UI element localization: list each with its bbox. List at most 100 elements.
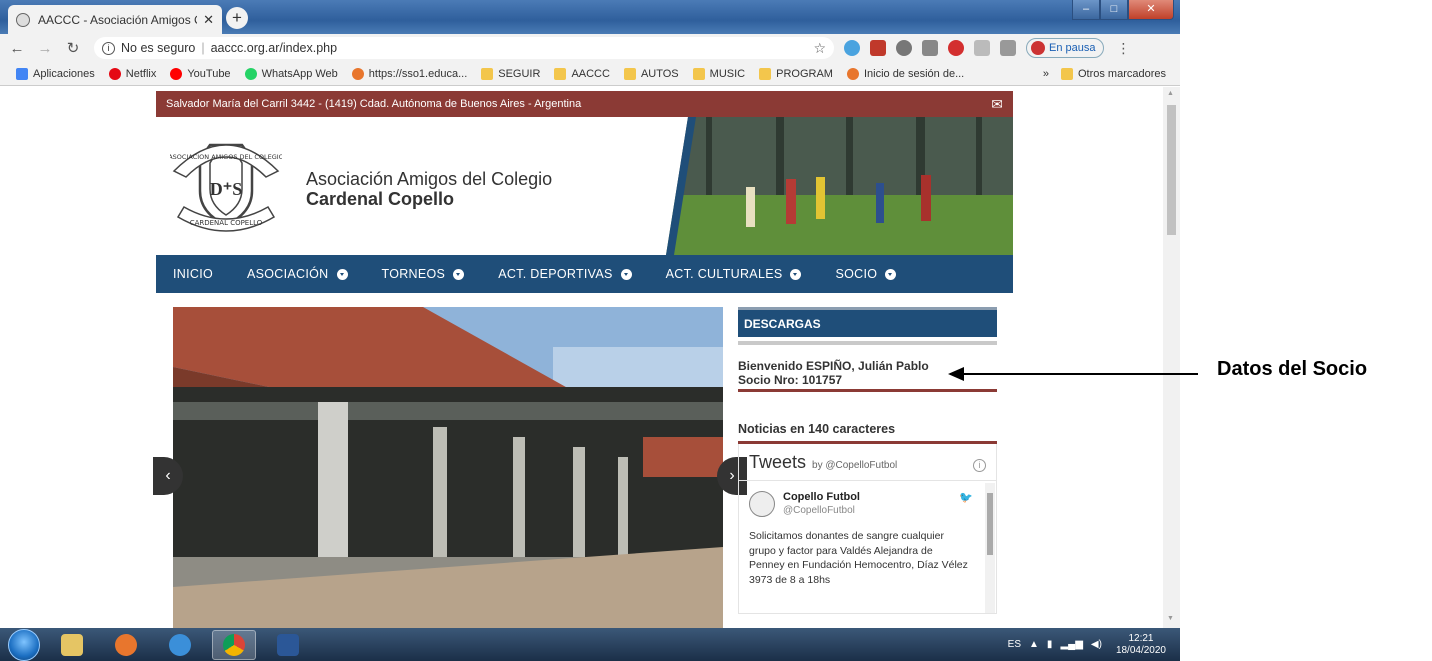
bookmark-item[interactable]: YouTube: [170, 67, 231, 80]
scroll-thumb[interactable]: [1167, 105, 1176, 235]
nav-item[interactable]: SOCIO: [835, 267, 897, 281]
site-name[interactable]: Asociación Amigos del Colegio Cardenal C…: [306, 169, 552, 209]
word-icon: [277, 633, 299, 656]
bookmark-item[interactable]: WhatsApp Web: [244, 67, 338, 80]
site-name-line2: Cardenal Copello: [306, 189, 455, 209]
twitter-widget: Tweets by @CopelloFutbol i Copello Futbo…: [738, 444, 997, 614]
extension-icon[interactable]: [896, 40, 912, 56]
scroll-down-icon[interactable]: ▼: [1167, 615, 1174, 622]
menu-kebab-icon[interactable]: ⋮: [1116, 40, 1130, 57]
bookmark-label: Inicio de sesión de...: [863, 67, 965, 80]
bookmarks-overflow-button[interactable]: »: [1043, 68, 1049, 80]
window-controls: – □ ✕: [1072, 0, 1174, 20]
school-crest-logo[interactable]: D⁺S ASOCIACION AMIGOS DEL COLEGIO CARDEN…: [170, 133, 282, 239]
nav-item[interactable]: ACT. CULTURALES: [666, 267, 802, 281]
nav-item[interactable]: ASOCIACIÓN: [247, 267, 348, 281]
nav-item[interactable]: ACT. DEPORTIVAS: [498, 267, 632, 281]
info-icon[interactable]: i: [102, 41, 115, 55]
content-area: ‹ › DESCARGAS Bienvenido ESPIÑO, Julián …: [153, 293, 1013, 628]
avatar[interactable]: [749, 491, 775, 517]
extension-icon[interactable]: [844, 40, 860, 56]
bookmark-label: AUTOS: [640, 67, 679, 80]
clock-time: 12:21: [1128, 632, 1154, 644]
nav-item[interactable]: TORNEOS: [382, 267, 465, 281]
reload-icon[interactable]: ↻: [62, 39, 84, 57]
back-icon[interactable]: ←: [6, 40, 28, 57]
address-bar-row: ← → ↻ i No es seguro | aaccc.org.ar/inde…: [0, 34, 1180, 62]
close-tab-icon[interactable]: ✕: [203, 12, 214, 28]
adblock-icon[interactable]: [948, 40, 964, 56]
nav-item-label: INICIO: [173, 267, 213, 281]
slideshow-image[interactable]: [173, 307, 723, 628]
browser-tab[interactable]: AACCC - Asociación Amigos Colé ✕: [8, 5, 222, 34]
profile-label: En pausa: [1049, 42, 1096, 54]
new-tab-button[interactable]: +: [226, 7, 248, 29]
tweet-scrollbar[interactable]: [985, 483, 995, 613]
svg-text:D⁺S: D⁺S: [210, 179, 243, 199]
maximize-button[interactable]: □: [1100, 0, 1128, 20]
bookmark-item[interactable]: AACCC: [554, 67, 610, 80]
tweet[interactable]: Copello Futbol @CopelloFutbol 🐦 Solicita…: [739, 480, 996, 614]
nav-item-label: SOCIO: [835, 267, 878, 281]
tweet-author[interactable]: Copello Futbol: [783, 491, 860, 503]
info-icon[interactable]: i: [973, 459, 986, 472]
power-icon[interactable]: ▮: [1047, 639, 1053, 650]
nav-item[interactable]: INICIO: [173, 267, 213, 281]
network-icon[interactable]: ▂▄▆: [1060, 639, 1082, 650]
forward-icon[interactable]: →: [34, 40, 56, 57]
chevron-down-icon: [885, 268, 897, 280]
taskbar-explorer[interactable]: [50, 630, 94, 660]
cast-icon[interactable]: [974, 40, 990, 56]
bookmark-item[interactable]: Aplicaciones: [16, 67, 95, 80]
mail-icon[interactable]: ✉: [991, 96, 1003, 113]
bookmark-star-icon[interactable]: ☆: [813, 40, 826, 57]
descargas-heading[interactable]: DESCARGAS: [738, 307, 997, 337]
bookmark-item[interactable]: SEGUIR: [481, 67, 540, 80]
other-bookmarks[interactable]: Otros marcadores: [1078, 68, 1166, 80]
site-header: D⁺S ASOCIACION AMIGOS DEL COLEGIO CARDEN…: [156, 117, 1013, 255]
bookmark-label: PROGRAM: [776, 67, 833, 80]
bookmark-item[interactable]: https://sso1.educa...: [351, 67, 468, 80]
sidebar: DESCARGAS Bienvenido ESPIÑO, Julián Pabl…: [738, 307, 997, 614]
bookmark-item[interactable]: Netflix: [108, 67, 156, 80]
page-scrollbar[interactable]: ▲ ▼: [1163, 87, 1180, 628]
bookmark-item[interactable]: MUSIC: [692, 67, 745, 80]
minimize-button[interactable]: –: [1072, 0, 1100, 20]
divider: [738, 389, 997, 392]
ie-icon: [169, 633, 191, 656]
extension-icon[interactable]: [922, 40, 938, 56]
bookmark-label: YouTube: [187, 67, 231, 80]
taskbar-chrome[interactable]: [212, 629, 256, 660]
tray-arrow-icon[interactable]: ▲: [1029, 639, 1039, 650]
extension-icon[interactable]: [870, 40, 886, 56]
folder-icon: [61, 633, 83, 656]
bookmark-item[interactable]: AUTOS: [623, 67, 679, 80]
start-button[interactable]: [8, 628, 40, 661]
bookmark-item[interactable]: PROGRAM: [759, 67, 833, 80]
close-window-button[interactable]: ✕: [1128, 0, 1174, 20]
profile-button[interactable]: En pausa: [1026, 38, 1105, 58]
clock[interactable]: 12:21 18/04/2020: [1116, 633, 1166, 657]
annotation-arrow-line: [950, 373, 1198, 375]
news-heading: Noticias en 140 caracteres: [738, 422, 896, 436]
volume-icon[interactable]: ◀): [1091, 639, 1102, 650]
tweet-handle[interactable]: @CopelloFutbol: [783, 505, 855, 516]
twitter-widget-header: Tweets by @CopelloFutbol i: [739, 444, 996, 473]
bookmark-item[interactable]: Inicio de sesión de...: [846, 67, 965, 80]
bookmark-label: https://sso1.educa...: [368, 67, 468, 80]
key-icon[interactable]: [1000, 40, 1016, 56]
language-indicator[interactable]: ES: [1008, 639, 1021, 650]
address-strip: Salvador María del Carril 3442 - (1419) …: [156, 91, 1013, 117]
scroll-up-icon[interactable]: ▲: [1167, 90, 1174, 97]
clock-date: 18/04/2020: [1115, 644, 1166, 656]
taskbar-firefox[interactable]: [104, 630, 148, 660]
address-input[interactable]: i No es seguro | aaccc.org.ar/index.php …: [94, 37, 834, 59]
taskbar-ie[interactable]: [158, 630, 202, 660]
taskbar-word[interactable]: [266, 630, 310, 660]
site-favicon-icon: [16, 12, 30, 27]
website: Salvador María del Carril 3442 - (1419) …: [153, 91, 1013, 628]
folder-icon: [692, 67, 705, 80]
youtube-icon: [170, 67, 183, 80]
tweets-by[interactable]: by @CopelloFutbol: [812, 460, 897, 471]
folder-icon: [759, 67, 772, 80]
